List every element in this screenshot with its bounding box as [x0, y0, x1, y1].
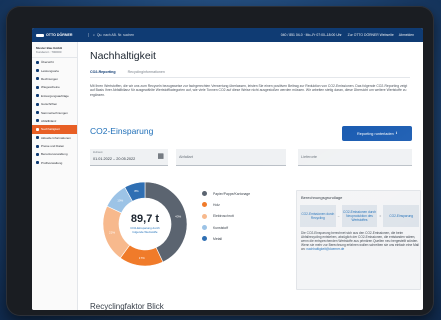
- leaf-icon: [36, 127, 39, 131]
- dashboard-icon: [36, 60, 39, 64]
- sidebar-item-label: Gutschriften: [41, 102, 58, 107]
- legend-item: Kunststoff: [202, 222, 250, 233]
- page-title: Nachhaltigkeit: [90, 50, 156, 62]
- legend-swatch: [202, 236, 207, 242]
- tab-divider: [90, 77, 410, 78]
- info-icon: [36, 136, 39, 140]
- calendar-icon[interactable]: ▦: [157, 153, 164, 160]
- legend-item: Holz: [202, 199, 250, 210]
- search-placeholder: Qu. nach AB. Nr. suchen: [96, 33, 135, 37]
- sidebar-item-label: Preise und Daten: [41, 144, 65, 149]
- top-bar: OTTO DÖRNER ⌕ Qu. nach AB. Nr. suchen 04…: [32, 28, 423, 42]
- delivery-location-select[interactable]: Lieferorte: [298, 149, 412, 166]
- calculation-basis-title: Berechnungsgrundlage: [301, 195, 343, 200]
- sidebar-item-10[interactable]: Preise und Daten: [32, 142, 77, 150]
- sidebar-item-8[interactable]: Nachhaltigkeit: [32, 125, 77, 134]
- truck-icon: [36, 94, 39, 98]
- phone-hotline: 040 / 851 04-0 · Mo–Fr 07:00–18:00 Uhr: [280, 33, 342, 37]
- sidebar-item-label: Leistungsorte: [41, 68, 60, 73]
- customer-number: Kundennr.: 700000: [36, 50, 62, 54]
- sidebar-item-1[interactable]: Leistungsorte: [32, 66, 77, 74]
- location-icon: [36, 69, 39, 73]
- legend-swatch: [202, 225, 207, 231]
- intro-text: Mit Ihren Wertstoffen, die wir uns zum R…: [90, 84, 408, 97]
- formula-production-emissions: CO2-Emissionen durch Neuproduktion des W…: [341, 205, 378, 227]
- sidebar: Muster Bau GmbH Kundennr.: 700000 Übersi…: [32, 42, 78, 310]
- logout-link[interactable]: Abmelden: [399, 33, 414, 37]
- co2-total-caption: CO2-Einsparung durch folgende Wertstoffe: [130, 225, 160, 234]
- brand-logo[interactable]: OTTO DÖRNER: [36, 33, 88, 37]
- company-info: Muster Bau GmbH Kundennr.: 700000: [32, 42, 77, 58]
- co2-total-value: 89,7 t: [130, 212, 160, 225]
- sidebar-item-label: Nachhaltigkeit: [41, 127, 60, 132]
- sidebar-item-11[interactable]: Benutzerverwaltung: [32, 150, 77, 158]
- sidebar-item-label: Sammelrechnungen: [41, 110, 68, 115]
- search-icon: ⌕: [93, 33, 95, 37]
- sidebar-item-0[interactable]: Übersicht: [32, 58, 77, 66]
- sidebar-item-label: Abfallbilanz: [41, 118, 57, 123]
- sidebar-item-label: Rechnungen: [41, 76, 59, 81]
- section-title: CO2-Einsparung: [90, 126, 154, 136]
- legend-label: Elektroschrott: [213, 214, 234, 219]
- waste-type-placeholder: Abfallart: [179, 155, 193, 159]
- sidebar-item-label: Entsorgungsaufträge: [41, 93, 69, 98]
- sustainability-email-link[interactable]: nachhaltigkeit@doerner.de: [306, 247, 344, 251]
- search-box[interactable]: ⌕ Qu. nach AB. Nr. suchen: [88, 33, 168, 37]
- sidebar-item-5[interactable]: Gutschriften: [32, 100, 77, 108]
- legend-label: Holz: [213, 202, 220, 207]
- legend-label: Kunststoff: [213, 225, 229, 230]
- scale-icon: [36, 85, 39, 89]
- chart-legend: Papier/Pappe/Kartonage Holz Elektroschrott…: [202, 188, 250, 244]
- legend-item: Elektroschrott: [202, 211, 250, 222]
- sidebar-item-2[interactable]: Rechnungen: [32, 75, 77, 83]
- legend-item: Papier/Pappe/Kartonage: [202, 188, 250, 199]
- sidebar-item-12[interactable]: Profilverwaltung: [32, 159, 77, 167]
- period-value: 01.01.2022 – 20.05.2022: [93, 157, 136, 161]
- chart-icon: [36, 119, 39, 123]
- invoice-icon: [36, 77, 39, 81]
- sidebar-item-label: Profilverwaltung: [41, 160, 63, 165]
- sidebar-item-label: Wiegescheine: [41, 85, 60, 90]
- sidebar-item-3[interactable]: Wiegescheine: [32, 83, 77, 91]
- stack-icon: [36, 111, 39, 115]
- calculation-basis-box: Berechnungsgrundlage CO2-Emissionen durc…: [296, 190, 421, 290]
- logo-text: OTTO DÖRNER: [46, 33, 73, 37]
- formula-recycling-emissions: CO2-Emissionen durch Recycling: [300, 205, 336, 227]
- recycling-factor-title: Recyclingfaktor Blick: [90, 302, 164, 310]
- download-icon: ⭳: [395, 130, 398, 135]
- legend-label: Papier/Pappe/Kartonage: [213, 191, 251, 196]
- legend-item: Metall: [202, 233, 250, 244]
- sidebar-item-label: Aktuelle Informationen: [41, 135, 71, 140]
- calculation-basis-text: Die CO2-Einsparung berechnet sich aus de…: [301, 231, 419, 251]
- calculation-formula: CO2-Emissionen durch Recycling – CO2-Emi…: [300, 205, 420, 227]
- legend-label: Metall: [213, 236, 223, 241]
- legend-swatch: [202, 191, 207, 197]
- waste-type-select[interactable]: Abfallart: [176, 149, 286, 166]
- download-report-button[interactable]: Reporting runterladen ⭳: [342, 126, 412, 141]
- logo-mark-icon: [36, 33, 44, 37]
- sidebar-item-7[interactable]: Abfallbilanz: [32, 117, 77, 125]
- users-icon: [36, 152, 39, 156]
- main-content: Nachhaltigkeit CO2-Reporting Recyclingin…: [78, 42, 423, 310]
- formula-savings: CO2-Einsparung: [383, 205, 420, 227]
- delivery-location-placeholder: Lieferorte: [301, 155, 318, 159]
- formula-minus: –: [337, 214, 340, 218]
- legend-swatch: [202, 213, 207, 219]
- sidebar-item-4[interactable]: Entsorgungsaufträge: [32, 92, 77, 100]
- website-link[interactable]: Zur OTTO DÖRNER Webseite: [348, 33, 394, 37]
- sidebar-item-9[interactable]: Aktuelle Informationen: [32, 134, 77, 142]
- credit-icon: [36, 102, 39, 106]
- download-report-label: Reporting runterladen: [356, 131, 394, 136]
- period-label: Zeitraum: [93, 151, 103, 154]
- donut-center: 89,7 t CO2-Einsparung durch folgende Wer…: [100, 179, 190, 269]
- profile-icon: [36, 161, 39, 165]
- sidebar-item-label: Benutzerverwaltung: [41, 152, 68, 157]
- app-screen: OTTO DÖRNER ⌕ Qu. nach AB. Nr. suchen 04…: [32, 28, 423, 310]
- formula-equals: =: [379, 214, 382, 218]
- period-field[interactable]: Zeitraum 01.01.2022 – 20.05.2022 ▦: [90, 149, 168, 166]
- sidebar-item-label: Übersicht: [41, 60, 54, 65]
- sidebar-item-6[interactable]: Sammelrechnungen: [32, 108, 77, 116]
- tag-icon: [36, 144, 39, 148]
- legend-swatch: [202, 202, 207, 208]
